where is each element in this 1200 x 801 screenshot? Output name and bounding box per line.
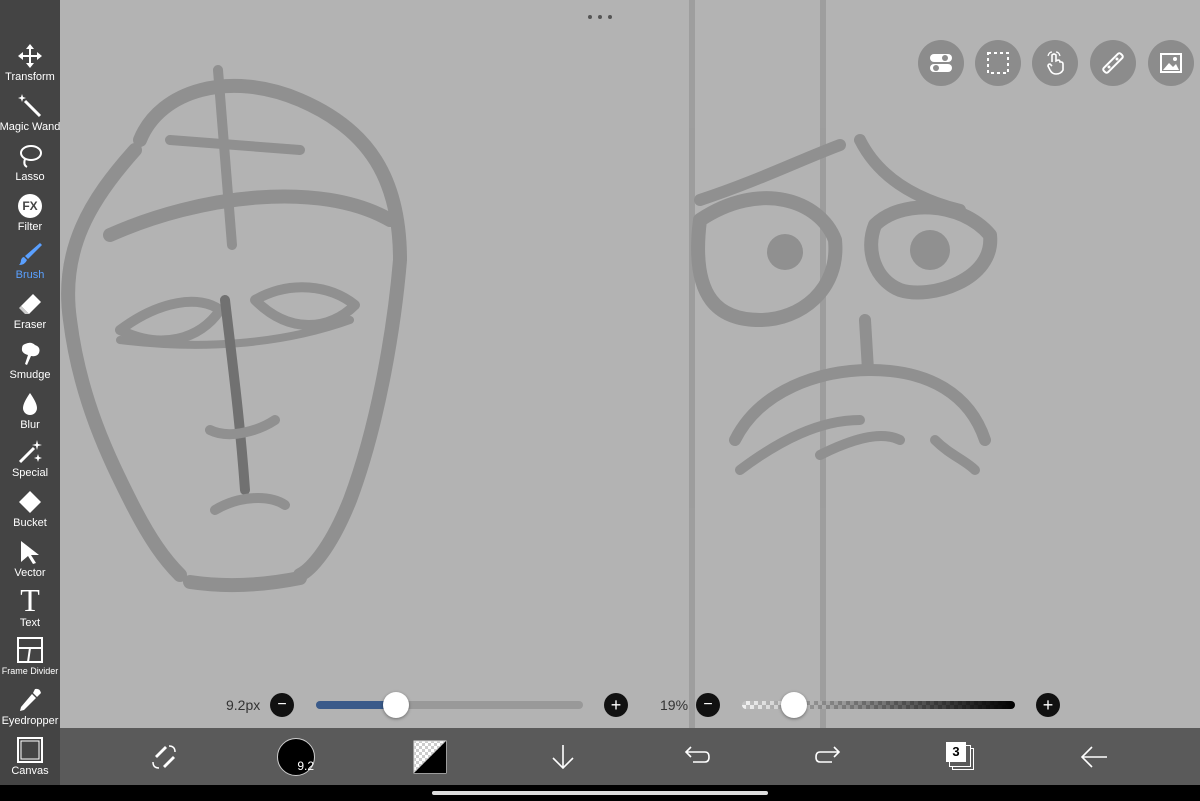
tool-label: Magic Wand <box>0 121 61 133</box>
move-arrows-icon <box>18 44 42 68</box>
plus-icon: + <box>610 695 622 715</box>
opacity-thumb[interactable] <box>781 692 807 718</box>
opacity-plus-button[interactable]: + <box>1036 693 1060 717</box>
eraser-icon <box>19 294 41 314</box>
redo-icon <box>815 745 841 763</box>
brush-size-badge: 9.2 <box>297 758 314 773</box>
image-button[interactable] <box>1148 40 1194 86</box>
touch-gesture-icon <box>1047 51 1064 75</box>
tool-special[interactable]: Special <box>0 438 60 486</box>
image-icon <box>1160 53 1182 73</box>
tool-label: Special <box>11 467 49 479</box>
tool-frame-divider[interactable]: Frame Divider <box>0 636 60 684</box>
brush-icon <box>19 243 42 265</box>
tool-label: Vector <box>14 567 46 579</box>
text-t-icon: T <box>20 582 40 618</box>
tool-transform[interactable]: Transform <box>0 42 60 90</box>
tool-lasso[interactable]: Lasso <box>0 142 60 190</box>
tool-canvas[interactable]: Canvas <box>0 736 60 784</box>
layers-count: 3 <box>946 741 966 762</box>
tool-blur[interactable]: Blur <box>0 390 60 438</box>
tool-smudge[interactable]: Smudge <box>0 340 60 388</box>
frame-divider-icon <box>17 637 43 663</box>
fx-icon: FX <box>18 194 42 218</box>
minus-icon: − <box>277 696 287 713</box>
touch-gesture-button[interactable] <box>1032 40 1078 86</box>
back-button[interactable] <box>1064 728 1124 785</box>
layers-icon: 3 <box>946 741 976 772</box>
bucket-icon <box>19 491 41 513</box>
eyedropper-icon <box>20 688 41 711</box>
tool-filter[interactable]: FX Filter <box>0 192 60 240</box>
tool-magic-wand[interactable]: Magic Wand <box>0 92 60 140</box>
undo-button[interactable] <box>666 728 726 785</box>
tool-vector[interactable]: Vector <box>0 538 60 586</box>
brush-size-thumb[interactable] <box>383 692 409 718</box>
toggle-button[interactable] <box>918 40 964 86</box>
brush-size-icon: 9.2 <box>277 737 315 776</box>
layers-button[interactable]: 3 <box>931 728 991 785</box>
opacity-label: 19% <box>660 697 689 713</box>
tool-label: Eraser <box>13 319 47 331</box>
color-swatch-icon <box>413 740 447 773</box>
home-indicator-bar <box>0 785 1200 801</box>
download-button[interactable] <box>533 728 593 785</box>
tool-label: Transform <box>5 71 55 83</box>
tool-label: Brush <box>15 269 45 281</box>
redo-button[interactable] <box>799 728 859 785</box>
tool-brush[interactable]: Brush <box>0 240 60 288</box>
sketch-artwork <box>61 0 998 728</box>
tool-eyedropper[interactable]: Eyedropper <box>0 686 60 734</box>
tool-label: Frame Divider <box>1 666 59 676</box>
brush-size-label: 9.2px <box>226 697 261 713</box>
tool-text[interactable]: T Text <box>0 584 60 632</box>
tool-eraser[interactable]: Eraser <box>0 290 60 338</box>
selection-icon <box>987 52 1009 74</box>
swap-tools-button[interactable] <box>134 728 194 785</box>
download-arrow-icon <box>552 744 574 769</box>
selection-button[interactable] <box>975 40 1021 86</box>
drawing-canvas[interactable] <box>60 0 1200 728</box>
undo-icon <box>684 745 710 763</box>
opacity-minus-button[interactable]: − <box>696 693 720 717</box>
tool-label: Bucket <box>13 517 47 529</box>
home-indicator[interactable] <box>432 791 768 795</box>
toggle-icon <box>930 54 952 72</box>
plus-icon: + <box>1042 695 1054 715</box>
magic-wand-icon <box>18 94 42 118</box>
tool-label: Text <box>19 617 41 629</box>
tool-label: Blur <box>20 419 40 431</box>
canvas-square-icon <box>17 737 43 763</box>
brush-size-plus-button[interactable]: + <box>604 693 628 717</box>
sparkle-icon <box>18 440 42 464</box>
tool-label: Canvas <box>11 765 49 777</box>
back-arrow-icon <box>1080 745 1107 768</box>
tool-sidebar: Transform Magic Wand Lasso FX Filter Bru… <box>0 0 60 785</box>
tool-label: Lasso <box>15 171 45 183</box>
swap-tools-icon <box>152 744 176 769</box>
tool-label: Filter <box>17 221 43 233</box>
lasso-icon <box>20 145 42 168</box>
minus-icon: − <box>703 696 713 713</box>
cursor-arrow-icon <box>21 541 39 564</box>
smudge-icon <box>21 342 40 365</box>
more-options-dots[interactable] <box>588 12 612 22</box>
droplet-icon <box>23 393 37 415</box>
tool-label: Smudge <box>9 369 51 381</box>
brush-size-preview-button[interactable]: 9.2 <box>266 728 326 785</box>
tool-label: Eyedropper <box>1 715 59 727</box>
color-swatch-button[interactable] <box>400 728 460 785</box>
ruler-icon <box>1102 52 1124 74</box>
brush-size-slider[interactable] <box>316 701 583 709</box>
bottom-toolbar: 9.2 3 <box>60 728 1200 785</box>
ruler-button[interactable] <box>1090 40 1136 86</box>
tool-bucket[interactable]: Bucket <box>0 488 60 536</box>
brush-size-minus-button[interactable]: − <box>270 693 294 717</box>
